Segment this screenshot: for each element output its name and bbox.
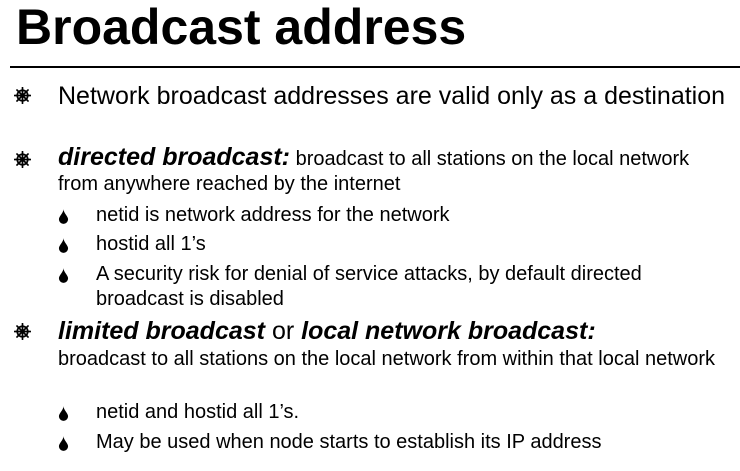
wheel-bullet-icon: [14, 87, 31, 104]
bullet-directed-broadcast: directed broadcast: broadcast to all sta…: [58, 145, 728, 197]
drop-bullet-icon: [58, 406, 69, 421]
limited-broadcast-term: limited broadcast: [58, 317, 265, 345]
limited-broadcast-description: broadcast to all stations on the local n…: [58, 348, 715, 370]
drop-bullet-icon: [58, 268, 69, 283]
subbullet-netid-hostid: netid and hostid all 1’s.: [96, 401, 300, 423]
subbullet-netid: netid is network address for the network: [96, 204, 450, 226]
title-divider: [10, 66, 740, 68]
subbullet-security-risk: A security risk for denial of service at…: [96, 263, 642, 310]
subbullet-node-start: May be used when node starts to establis…: [96, 431, 602, 453]
directed-broadcast-term: directed broadcast:: [58, 143, 291, 171]
drop-bullet-icon: [58, 238, 69, 253]
drop-bullet-icon: [58, 436, 69, 451]
drop-bullet-icon: [58, 209, 69, 224]
wheel-bullet-icon: [14, 323, 31, 340]
subbullet-hostid: hostid all 1’s: [96, 233, 206, 255]
bullet-network-broadcast: Network broadcast addresses are valid on…: [58, 82, 726, 110]
local-network-broadcast-term: local network broadcast:: [301, 317, 596, 345]
or-connector: or: [265, 317, 302, 345]
slide-title: Broadcast address: [16, 0, 467, 55]
bullet-limited-broadcast-heading: limited broadcast or local network broad…: [58, 317, 728, 345]
wheel-bullet-icon: [14, 151, 31, 168]
